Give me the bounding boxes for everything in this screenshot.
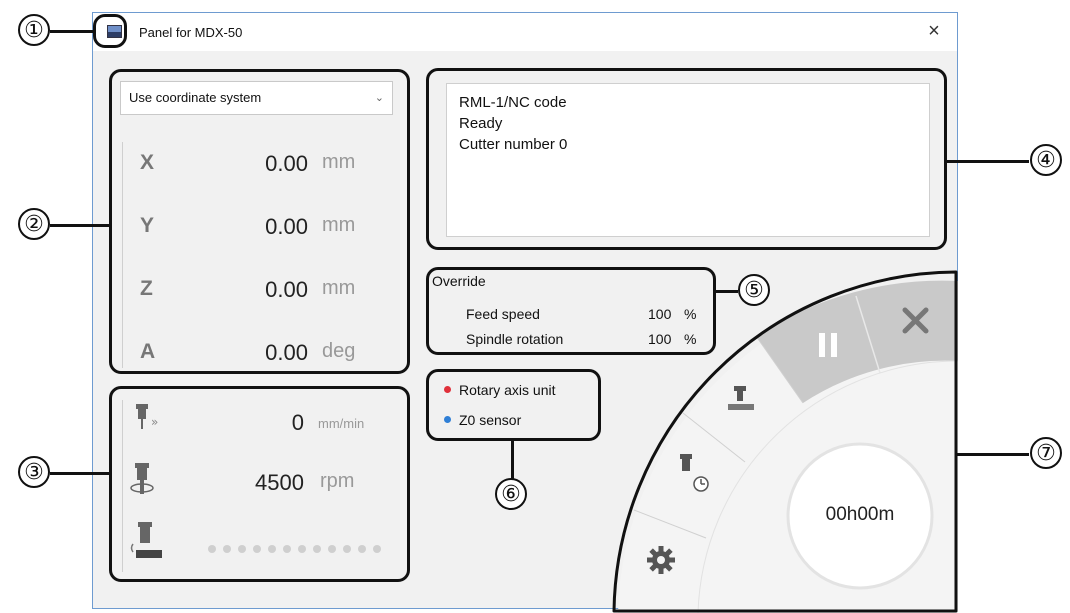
callout-7: ⑦	[1030, 437, 1062, 469]
callout-frame-7	[612, 270, 958, 613]
callout-leader	[50, 30, 94, 33]
callout-5: ⑤	[738, 274, 770, 306]
callout-4: ④	[1030, 144, 1062, 176]
callout-6: ⑥	[495, 478, 527, 510]
callout-leader	[947, 160, 1029, 163]
callout-leader	[716, 290, 738, 293]
callout-leader	[956, 453, 1029, 456]
callout-3: ③	[18, 456, 50, 488]
callout-leader	[50, 224, 110, 227]
callout-2: ②	[18, 208, 50, 240]
callout-leader	[50, 472, 110, 475]
callout-1: ①	[18, 14, 50, 46]
callout-leader	[511, 441, 514, 479]
